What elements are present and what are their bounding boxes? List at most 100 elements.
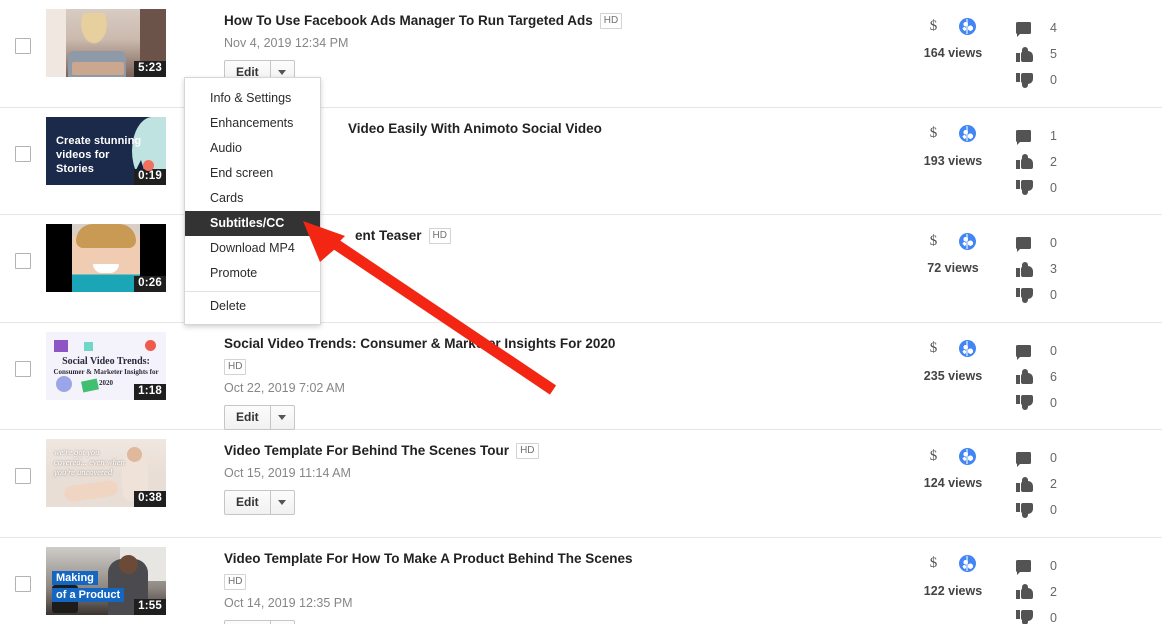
menu-item-end-screen[interactable]: End screen <box>185 161 320 186</box>
edit-button[interactable]: Edit <box>224 619 271 624</box>
menu-item-download-mp4[interactable]: Download MP4 <box>185 236 320 261</box>
like-stat-row: 2 <box>1016 579 1162 605</box>
comment-stat-row: 4 <box>1016 15 1162 41</box>
menu-item-delete[interactable]: Delete <box>185 291 320 324</box>
row-checkbox[interactable] <box>15 38 31 54</box>
video-title[interactable]: Video Template For How To Make A Product… <box>224 550 633 568</box>
comment-stat-row: 0 <box>1016 230 1162 256</box>
dollar-icon[interactable]: $ <box>930 125 938 142</box>
dollar-icon[interactable]: $ <box>930 233 938 250</box>
edit-actions-menu[interactable]: Info & Settings Enhancements Audio End s… <box>184 77 321 325</box>
video-thumbnail[interactable]: Create stunning videos for Stories 0:19 <box>46 116 166 185</box>
dislike-stat-row: 0 <box>1016 175 1162 201</box>
edit-button-group[interactable]: Edit <box>224 619 295 624</box>
video-duration: 1:55 <box>134 598 166 615</box>
table-row[interactable]: we're got you covered... even when you'r… <box>0 430 1162 538</box>
engagement-stats: 0 2 0 <box>1002 553 1162 624</box>
video-title[interactable]: ent Teaser <box>355 227 422 245</box>
dislike-count: 0 <box>1050 288 1057 302</box>
video-title[interactable]: Social Video Trends: Consumer & Marketer… <box>224 335 615 353</box>
video-thumbnail[interactable]: Making of a Product 1:55 <box>46 546 166 615</box>
engagement-stats: 0 6 0 <box>1002 338 1162 416</box>
row-checkbox[interactable] <box>15 145 31 162</box>
edit-dropdown-toggle[interactable] <box>270 404 295 430</box>
thumbs-up-icon <box>1016 369 1050 384</box>
globe-public-icon[interactable] <box>959 447 977 465</box>
table-row[interactable]: 5:23 How To Use Facebook Ads Manager To … <box>0 0 1162 108</box>
thumbs-up-icon <box>1016 476 1050 492</box>
comment-icon <box>1016 452 1050 467</box>
edit-dropdown-toggle[interactable] <box>270 490 295 515</box>
hd-badge-wrapper: HD <box>224 356 890 375</box>
engagement-stats: 1 2 0 <box>1002 123 1162 201</box>
edit-button[interactable]: Edit <box>224 404 271 430</box>
video-info-cell: Video Template For Behind The Scenes Tou… <box>178 439 890 515</box>
view-count: 72 views <box>927 261 979 275</box>
menu-item-promote[interactable]: Promote <box>185 261 320 286</box>
dollar-icon[interactable]: $ <box>930 340 938 357</box>
row-select-cell <box>0 439 46 484</box>
menu-item-audio[interactable]: Audio <box>185 136 320 161</box>
menu-item-cards[interactable]: Cards <box>185 186 320 211</box>
thumbs-up-icon <box>1016 261 1050 277</box>
monetization-views-group: $ 124 views <box>890 445 1002 523</box>
edit-button[interactable]: Edit <box>224 490 271 515</box>
hd-badge: HD <box>516 443 539 459</box>
video-thumbnail[interactable]: Social Video Trends: Consumer & Marketer… <box>46 331 166 400</box>
globe-public-icon[interactable] <box>959 340 977 357</box>
cursor-icon <box>136 159 144 170</box>
dollar-icon[interactable]: $ <box>930 448 938 465</box>
table-row[interactable]: Making of a Product 1:55 Video Template … <box>0 538 1162 624</box>
row-checkbox[interactable] <box>15 575 31 592</box>
thumbs-up-icon <box>1016 46 1050 62</box>
video-title[interactable]: How To Use Facebook Ads Manager To Run T… <box>224 12 593 30</box>
row-checkbox[interactable] <box>15 360 31 377</box>
thumbs-down-icon <box>1016 610 1050 624</box>
thumb-art-head <box>119 554 138 574</box>
status-icons: $ <box>904 338 1002 360</box>
video-info-cell: Social Video Trends: Consumer & Marketer… <box>178 332 890 430</box>
video-manager-list: 5:23 How To Use Facebook Ads Manager To … <box>0 0 1162 624</box>
table-row[interactable]: Create stunning videos for Stories 0:19 … <box>0 108 1162 215</box>
video-title[interactable]: Video Template For Behind The Scenes Tou… <box>224 442 509 460</box>
dollar-icon[interactable]: $ <box>930 555 938 572</box>
edit-button-group[interactable]: Edit <box>224 490 295 515</box>
globe-public-icon[interactable] <box>959 232 977 250</box>
table-row[interactable]: 0:26 ent Teaser HD $ 72 views 0 3 0 <box>0 215 1162 323</box>
video-title[interactable]: Video Easily With Animoto Social Video <box>348 120 602 138</box>
thumbnail-cell: we're got you covered... even when you'r… <box>46 439 178 507</box>
thumbs-down-icon <box>1016 395 1050 410</box>
thumbnail-caption-line1: Create stunning <box>56 134 142 147</box>
row-checkbox[interactable] <box>15 253 31 269</box>
dislike-count: 0 <box>1050 503 1057 517</box>
globe-public-icon[interactable] <box>959 555 977 572</box>
menu-item-enhancements[interactable]: Enhancements <box>185 111 320 136</box>
edit-dropdown-toggle[interactable] <box>270 619 295 624</box>
menu-item-info-settings[interactable]: Info & Settings <box>185 86 320 111</box>
video-stats-cell: $ 164 views 4 5 0 <box>890 9 1162 93</box>
video-thumbnail[interactable]: 0:26 <box>46 224 166 292</box>
video-thumbnail[interactable]: we're got you covered... even when you'r… <box>46 439 166 507</box>
thumbnail-caption: Create stunning videos for Stories <box>56 134 148 176</box>
row-checkbox[interactable] <box>15 468 31 484</box>
thumb-art-laptop <box>72 62 124 75</box>
engagement-stats: 0 2 0 <box>1002 445 1162 523</box>
globe-public-icon[interactable] <box>959 125 977 142</box>
thumb-art-hair <box>76 224 136 248</box>
like-count: 5 <box>1050 47 1057 61</box>
menu-item-subtitles-cc[interactable]: Subtitles/CC <box>185 211 320 236</box>
thumbs-down-icon <box>1016 287 1050 303</box>
dollar-icon[interactable]: $ <box>930 18 938 35</box>
status-icons: $ <box>904 230 1002 252</box>
globe-public-icon[interactable] <box>959 17 977 35</box>
edit-button-group[interactable]: Edit <box>224 404 295 430</box>
comment-count: 0 <box>1050 451 1057 465</box>
comment-icon <box>1016 129 1050 145</box>
row-select-cell <box>0 117 46 162</box>
title-line: Video Template For Behind The Scenes Tou… <box>224 442 890 460</box>
chevron-down-icon <box>278 500 287 505</box>
video-thumbnail[interactable]: 5:23 <box>46 9 166 77</box>
table-row[interactable]: Social Video Trends: Consumer & Marketer… <box>0 323 1162 430</box>
like-count: 6 <box>1050 369 1057 384</box>
thumbnail-label-1: Making <box>52 570 98 585</box>
